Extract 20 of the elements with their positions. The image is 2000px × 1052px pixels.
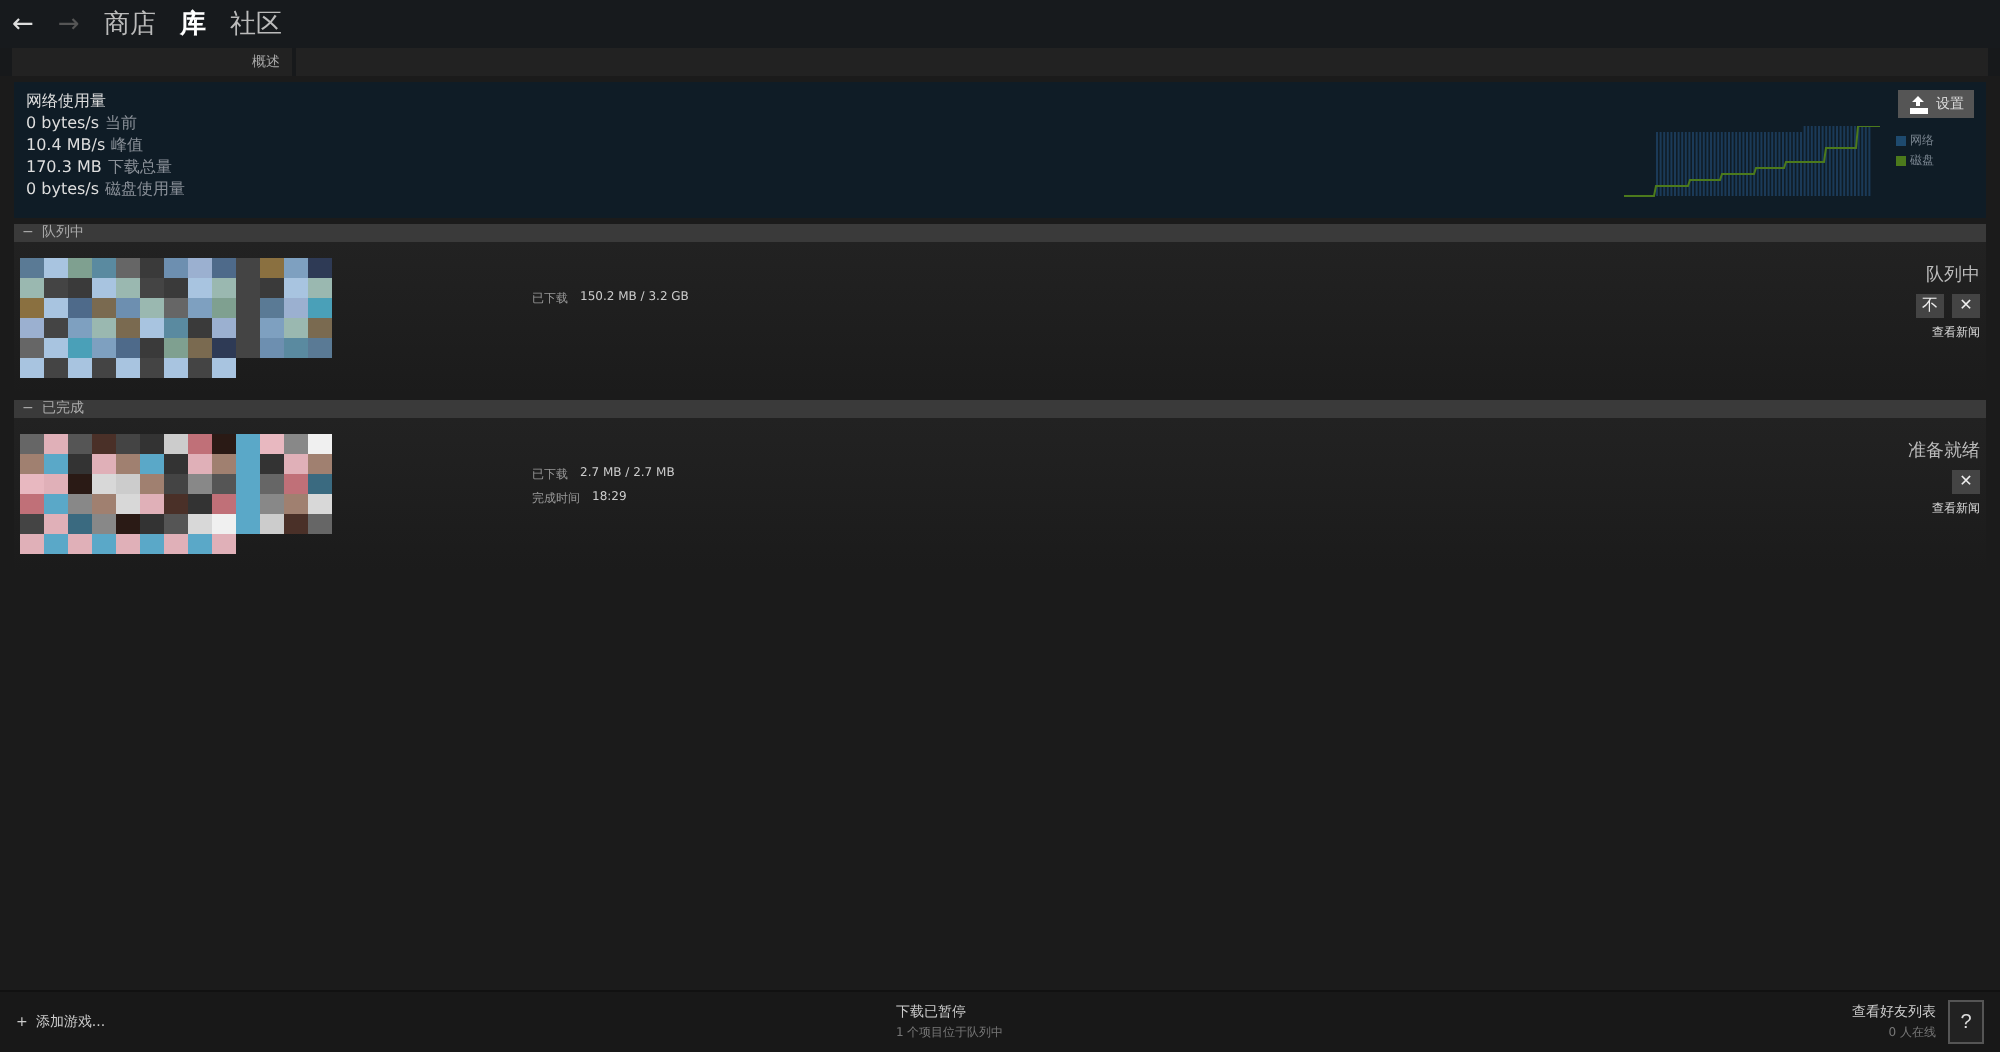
nav-tab[interactable]: 社区 (229, 6, 282, 42)
upload-icon (1908, 95, 1930, 113)
stat-label: 磁盘使用量 (105, 180, 186, 198)
item-status: 队列中 (1926, 263, 1980, 288)
stat-label: 当前 (105, 114, 138, 132)
back-button[interactable]: ← (12, 9, 34, 39)
stat-value: 0 bytes/s (26, 114, 100, 132)
stat-label: 下载总量 (107, 158, 172, 176)
nav-tab[interactable]: 商店 (103, 6, 156, 42)
item-button[interactable]: ✕ (1952, 470, 1980, 494)
stat-value: 10.4 MB/s (26, 136, 106, 154)
nav-tab[interactable]: 库 (179, 6, 206, 42)
help-button[interactable]: ? (1948, 1000, 1984, 1044)
stat-value: 0 bytes/s (26, 180, 100, 198)
stat-label: 峰值 (111, 136, 144, 154)
item-button[interactable]: ✕ (1952, 294, 1980, 318)
stat-value: 170.3 MB (26, 158, 102, 176)
item-status: 准备就绪 (1908, 439, 1980, 464)
item-button[interactable]: 不 (1916, 294, 1944, 318)
stats-title: 网络使用量 (26, 90, 108, 112)
